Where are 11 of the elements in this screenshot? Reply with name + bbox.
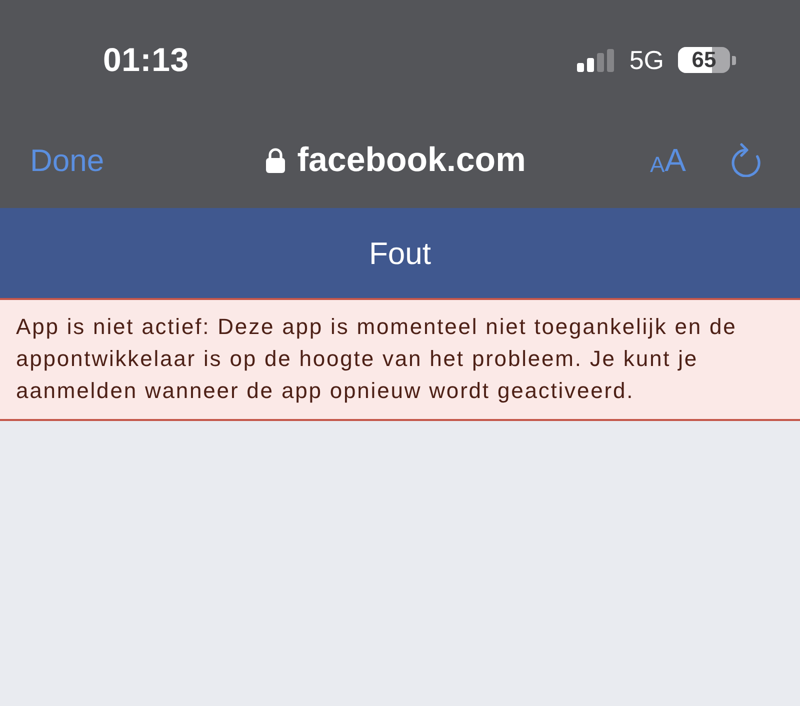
status-time: 01:13 [103,40,189,80]
text-size-button[interactable]: AA [650,144,686,176]
battery-percentage: 65 [690,47,718,73]
error-message: App is niet actief: Deze app is momenteel niet toegankelijk en de appontwikkelaar is op de hoogte van het probleem. Je kunt je aanmelden wanneer de app opnieuw wordt geactiveerd. [16,313,738,405]
signal-icon [577,48,616,72]
header-title: Fout [368,238,432,268]
reload-icon[interactable] [730,143,762,177]
done-button[interactable]: Done [30,144,104,176]
url-address[interactable]: facebook.com [297,143,526,177]
network-type: 5G [629,47,664,73]
lock-icon [266,148,286,172]
